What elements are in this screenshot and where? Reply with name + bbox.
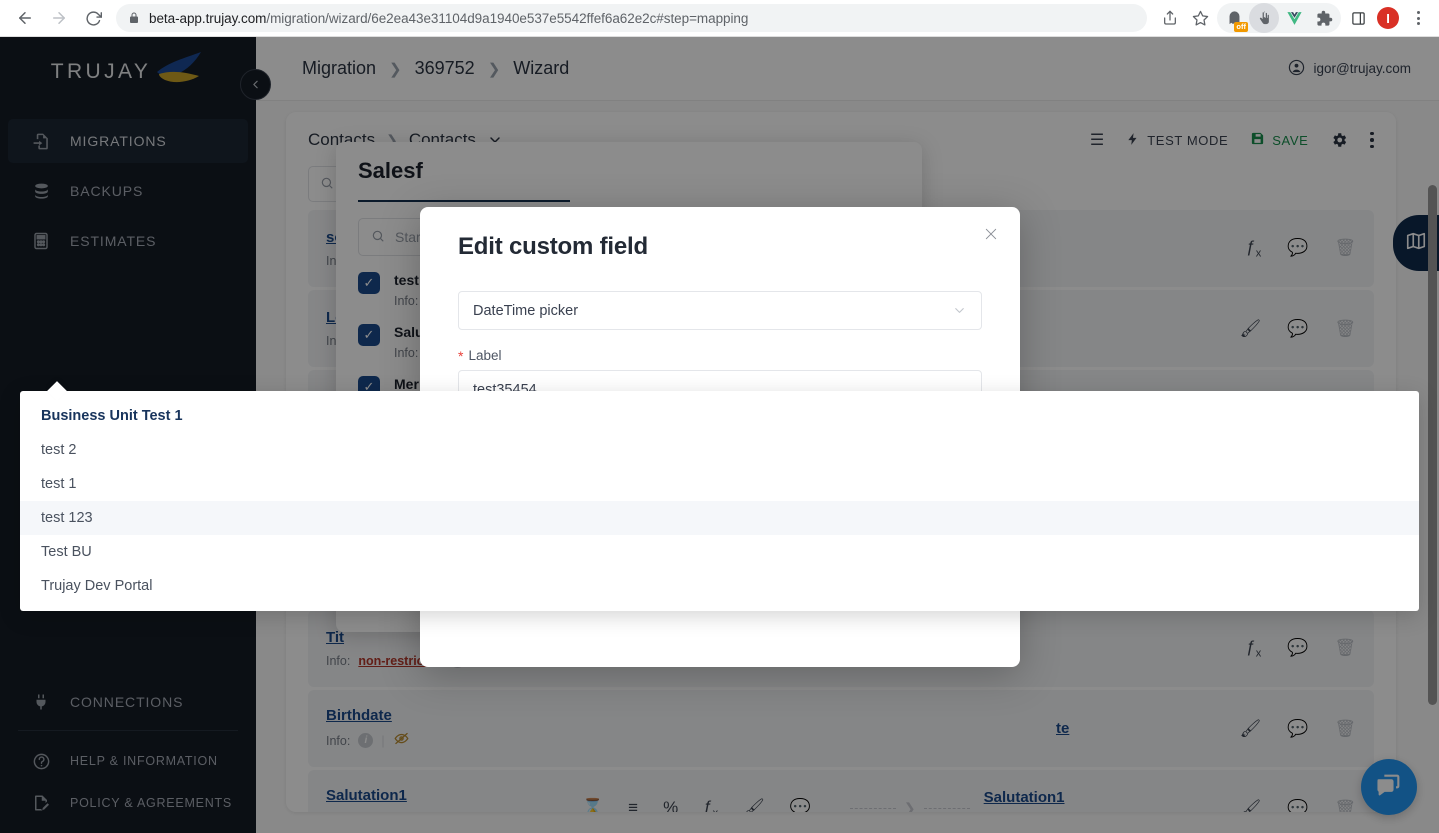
profile-initial: I <box>1377 7 1399 29</box>
extension-hand-icon[interactable] <box>1249 3 1279 33</box>
extensions-group: off <box>1217 3 1341 33</box>
profile-avatar[interactable]: I <box>1373 3 1403 33</box>
back-arrow-icon[interactable] <box>8 1 42 35</box>
more-vertical-icon[interactable] <box>1403 3 1433 33</box>
browser-toolbar: beta-app.trujay.com/migration/wizard/6e2… <box>0 0 1439 37</box>
extension-vue-icon[interactable] <box>1279 3 1309 33</box>
extension-ghost-icon[interactable]: off <box>1219 3 1249 33</box>
url-path: /migration/wizard/6e2ea43e31104d9a1940e5… <box>266 10 749 26</box>
business-unit-dropdown: Business Unit Test 1 test 2 test 1 test … <box>20 381 1419 611</box>
app-shell: TRUJAY MIGRATIONS BACKUPS ESTIMATES CONN… <box>0 37 1439 833</box>
url-host: beta-app.trujay.com <box>149 10 267 26</box>
close-icon[interactable] <box>980 223 1002 245</box>
share-icon[interactable] <box>1155 3 1185 33</box>
forward-arrow-icon[interactable] <box>42 1 76 35</box>
dropdown-option[interactable]: test 1 <box>20 467 1419 501</box>
chevron-down-icon <box>952 303 967 318</box>
modal-title: Edit custom field <box>458 233 648 260</box>
field-type-select[interactable]: DateTime picker <box>458 291 982 330</box>
reload-icon[interactable] <box>76 1 110 35</box>
dropdown-option[interactable]: Business Unit Test 1 <box>20 399 1419 433</box>
dropdown-option[interactable]: Trujay Dev Portal <box>20 569 1419 603</box>
dropdown-option[interactable]: test 2 <box>20 433 1419 467</box>
extensions-puzzle-icon[interactable] <box>1309 3 1339 33</box>
extension-off-badge: off <box>1234 22 1248 32</box>
field-type-value: DateTime picker <box>473 302 579 319</box>
dropdown-option[interactable]: Test BU <box>20 535 1419 569</box>
star-icon[interactable] <box>1185 3 1215 33</box>
sidepanel-icon[interactable] <box>1343 3 1373 33</box>
address-bar[interactable]: beta-app.trujay.com/migration/wizard/6e2… <box>116 4 1147 32</box>
required-marker: * <box>458 347 464 364</box>
field-type-group: DateTime picker <box>458 291 982 330</box>
dropdown-option[interactable]: test 123 <box>20 501 1419 535</box>
url-text: beta-app.trujay.com/migration/wizard/6e2… <box>149 11 748 26</box>
label-field-label: * Label <box>458 347 502 364</box>
lock-icon <box>128 12 140 24</box>
